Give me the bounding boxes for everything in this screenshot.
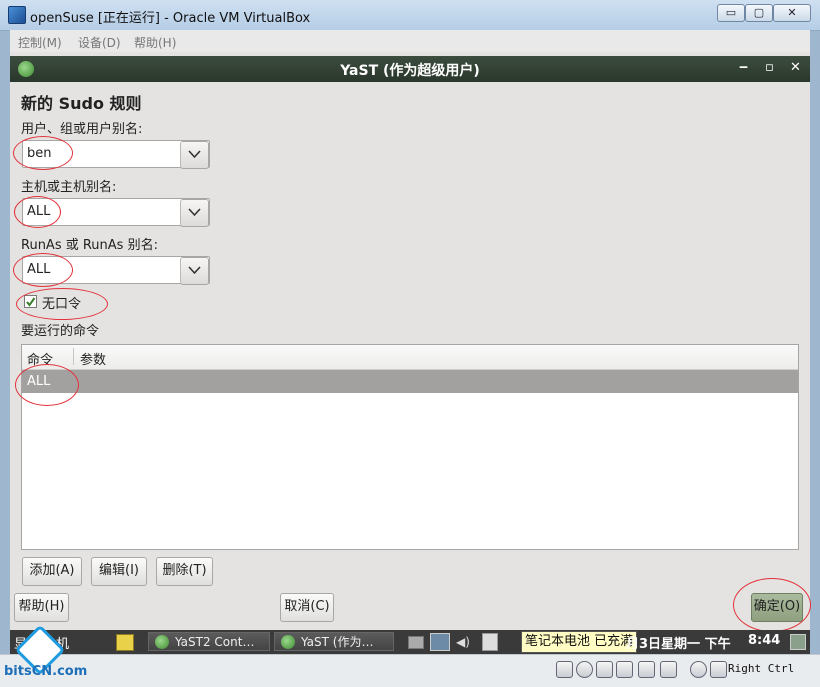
shared-folder-icon[interactable] — [638, 661, 655, 678]
chevron-down-icon — [188, 208, 201, 217]
host-close-button[interactable]: ✕ — [773, 4, 811, 22]
recording-icon[interactable] — [660, 661, 677, 678]
host-minimize-button[interactable]: ▭ — [717, 4, 745, 22]
runas-combobox-value: ALL — [27, 262, 51, 277]
menu-devices[interactable]: 设备(D) — [78, 34, 121, 51]
ok-button[interactable]: 确定(O) — [751, 593, 803, 622]
runas-field-label: RunAs 或 RunAs 别名: — [21, 238, 158, 253]
column-header-command[interactable]: 命令 — [27, 349, 53, 368]
mouse-integration-icon[interactable] — [710, 661, 727, 678]
commands-table[interactable]: 命令 参数 ALL — [21, 344, 799, 550]
host-dropdown-button[interactable] — [180, 199, 209, 227]
guest-screen: YaST (作为超级用户) ‒ ▫ ✕ 新的 Sudo 规则 用户、组或用户别名… — [10, 52, 810, 630]
row-command-cell: ALL — [27, 374, 51, 389]
yast-close-button[interactable]: ✕ — [790, 60, 801, 75]
runas-combobox[interactable]: ALL — [22, 256, 210, 285]
volume-icon[interactable]: ◀) — [456, 635, 470, 649]
column-header-args[interactable]: 参数 — [80, 349, 106, 368]
menu-control[interactable]: 控制(M) — [18, 34, 62, 51]
host-statusbar: Right Ctrl — [0, 654, 820, 687]
clock-time[interactable]: 8:44 — [748, 633, 780, 648]
virtualbox-icon — [8, 6, 26, 24]
network-icon[interactable] — [616, 661, 633, 678]
yast-icon — [155, 635, 169, 649]
menu-help[interactable]: 帮助(H) — [134, 34, 176, 51]
desktop-icon[interactable] — [790, 634, 806, 650]
yast-icon — [281, 635, 295, 649]
nopasswd-label[interactable]: 无口令 — [42, 293, 81, 312]
user-combobox-value: ben — [27, 146, 52, 161]
checkmark-icon — [26, 297, 36, 307]
notes-icon[interactable] — [116, 634, 134, 651]
task-label: YaST (作为… — [301, 635, 374, 649]
harddisk-icon[interactable] — [556, 661, 573, 678]
cancel-button[interactable]: 取消(C) — [280, 593, 334, 622]
usb-icon[interactable] — [596, 661, 613, 678]
user-field-label: 用户、组或用户别名: — [21, 122, 143, 137]
virtualization-icon[interactable] — [690, 661, 707, 678]
page-title: 新的 Sudo 规则 — [21, 94, 142, 113]
host-combobox-value: ALL — [27, 204, 51, 219]
task-yast2-control-center[interactable]: YaST2 Cont… — [148, 632, 270, 651]
yast-maximize-button[interactable]: ▫ — [765, 60, 774, 75]
column-divider — [73, 348, 74, 365]
host-maximize-button[interactable]: ▢ — [745, 4, 773, 22]
add-button[interactable]: 添加(A) — [22, 557, 82, 586]
cdrom-icon[interactable] — [576, 661, 593, 678]
host-field-label: 主机或主机别名: — [21, 180, 117, 195]
guest-taskbar: 显 机 YaST2 Cont… YaST (作为… ◀) 笔记本电池 已充满 月… — [10, 630, 810, 654]
yast-minimize-button[interactable]: ‒ — [739, 60, 748, 75]
yast-window-title: YaST (作为超级用户) — [340, 63, 480, 79]
edit-button[interactable]: 编辑(I) — [91, 557, 147, 586]
keyboard-icon[interactable] — [408, 636, 424, 649]
delete-button[interactable]: 删除(T) — [156, 557, 213, 586]
chevron-down-icon — [188, 266, 201, 275]
host-key-label: Right Ctrl — [728, 662, 795, 675]
chevron-down-icon — [188, 150, 201, 159]
user-dropdown-button[interactable] — [180, 141, 209, 169]
user-combobox[interactable]: ben — [22, 140, 210, 169]
host-menubar: 控制(M) 设备(D) 帮助(H) — [10, 30, 810, 53]
display-icon[interactable] — [430, 633, 450, 651]
clock-date[interactable]: 月3日星期一 下午 — [626, 633, 731, 652]
nopasswd-checkbox[interactable] — [24, 295, 37, 308]
table-header: 命令 参数 — [22, 345, 798, 370]
host-combobox[interactable]: ALL — [22, 198, 210, 227]
battery-tooltip: 笔记本电池 已充满 — [521, 631, 638, 653]
watermark-text: bitsCN.com — [4, 664, 88, 679]
task-label: YaST2 Cont… — [175, 635, 255, 649]
host-titlebar: openSuse [正在运行] - Oracle VM VirtualBox ▭… — [0, 0, 820, 31]
host-window-title: openSuse [正在运行] - Oracle VM VirtualBox — [30, 11, 311, 26]
help-button[interactable]: 帮助(H) — [14, 593, 69, 622]
commands-label: 要运行的命令 — [21, 324, 100, 339]
runas-dropdown-button[interactable] — [180, 257, 209, 285]
task-yast-root[interactable]: YaST (作为… — [274, 632, 394, 651]
battery-icon[interactable] — [482, 633, 498, 651]
table-row[interactable]: ALL — [22, 370, 798, 393]
yast-titlebar: YaST (作为超级用户) ‒ ▫ ✕ — [10, 56, 810, 82]
